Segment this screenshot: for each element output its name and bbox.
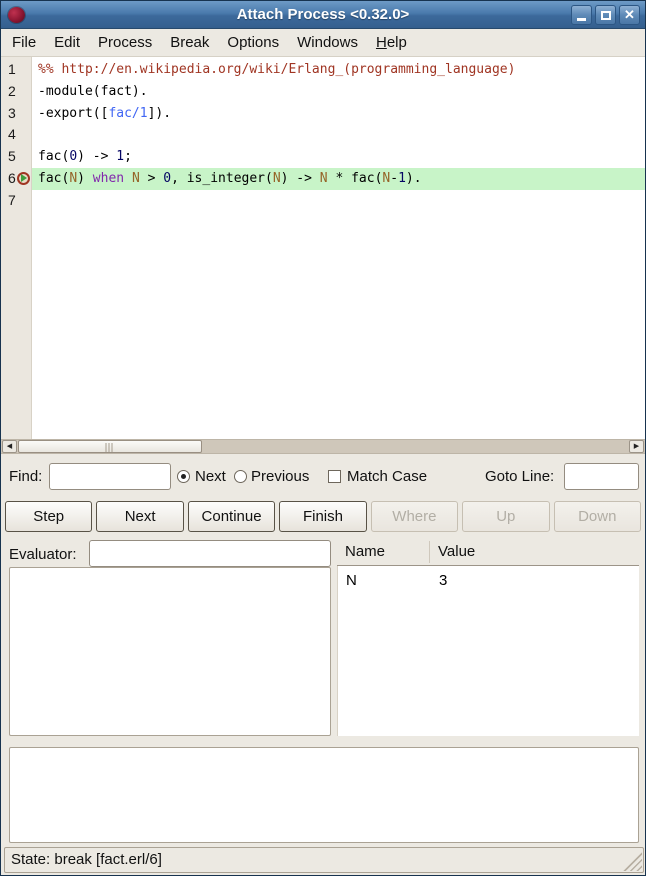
bindings-body[interactable]: N3 [337,566,639,736]
resize-grip-icon[interactable] [620,849,642,871]
binding-row[interactable]: N3 [338,570,639,592]
code-text: -export([fac/1]). [32,103,645,125]
finish-button[interactable]: Finish [279,501,366,532]
title-bar[interactable]: Attach Process <0.32.0> ✕ [1,1,645,29]
code-text: fac(N) when N > 0, is_integer(N) -> N * … [32,168,645,190]
line-number[interactable]: 7 [1,190,32,212]
code-line-5: 5fac(0) -> 1; [1,146,645,168]
find-previous-radio[interactable] [234,470,247,483]
menu-item-options[interactable]: Options [218,29,288,56]
window-controls: ✕ [571,5,640,25]
debug-toolbar: StepNextContinueFinishWhereUpDown [1,499,645,535]
binding-value: 3 [439,570,447,592]
trace-panel[interactable] [9,747,639,843]
scrollbar-thumb[interactable] [18,440,202,453]
code-rows: 1%% http://en.wikipedia.org/wiki/Erlang_… [1,59,645,212]
bindings-value-column-header: Value [438,539,475,565]
match-case-label: Match Case [347,464,427,490]
binding-name: N [346,570,357,592]
find-label: Find: [9,464,42,490]
status-bar: State: break [fact.erl/6] [4,847,644,873]
code-text [32,124,645,146]
menu-item-break[interactable]: Break [161,29,218,56]
horizontal-scrollbar[interactable]: ◀ ▶ [1,439,645,454]
menu-item-file[interactable]: File [3,29,45,56]
breakpoint-icon[interactable] [17,172,30,185]
close-button[interactable]: ✕ [619,5,640,25]
code-line-6: 6fac(N) when N > 0, is_integer(N) -> N *… [1,168,645,190]
close-icon: ✕ [624,6,635,24]
goto-line-input[interactable] [564,463,639,490]
line-number[interactable]: 1 [1,59,32,81]
up-button[interactable]: Up [462,501,549,532]
next-button[interactable]: Next [96,501,183,532]
menu-item-process[interactable]: Process [89,29,161,56]
code-text [32,190,645,212]
code-view[interactable]: 1%% http://en.wikipedia.org/wiki/Erlang_… [1,57,645,439]
maximize-icon [601,11,611,20]
find-previous-label: Previous [251,464,309,490]
line-number[interactable]: 5 [1,146,32,168]
column-separator [429,541,430,563]
menu-item-edit[interactable]: Edit [45,29,89,56]
code-text: -module(fact). [32,81,645,103]
where-button[interactable]: Where [371,501,458,532]
scroll-right-arrow-icon[interactable]: ▶ [629,440,644,453]
down-button[interactable]: Down [554,501,641,532]
scroll-left-arrow-icon[interactable]: ◀ [2,440,17,453]
code-text: %% http://en.wikipedia.org/wiki/Erlang_(… [32,59,645,81]
code-line-1: 1%% http://en.wikipedia.org/wiki/Erlang_… [1,59,645,81]
maximize-button[interactable] [595,5,616,25]
code-line-7: 7 [1,190,645,212]
evaluator-output[interactable] [9,567,331,736]
line-number[interactable]: 2 [1,81,32,103]
find-input[interactable] [49,463,171,490]
minimize-button[interactable] [571,5,592,25]
menu-item-windows[interactable]: Windows [288,29,367,56]
current-line-arrow-icon [21,174,27,182]
find-row: Find: Next Previous Match Case Goto Line… [1,454,645,499]
find-next-label: Next [195,464,226,490]
scrollbar-grip-icon [106,443,115,452]
evaluator-label: Evaluator: [9,542,77,568]
bindings-header: Name Value [337,539,639,566]
find-next-radio[interactable] [177,470,190,483]
line-number[interactable]: 4 [1,124,32,146]
goto-line-label: Goto Line: [485,464,554,490]
code-line-3: 3-export([fac/1]). [1,103,645,125]
step-button[interactable]: Step [5,501,92,532]
minimize-icon [577,18,586,21]
continue-button[interactable]: Continue [188,501,275,532]
status-text: State: break [fact.erl/6] [11,848,162,872]
line-number[interactable]: 6 [1,168,32,190]
bindings-name-column-header: Name [345,539,385,565]
window-title: Attach Process <0.32.0> [1,1,645,29]
evaluator-input[interactable] [89,540,331,567]
line-number[interactable]: 3 [1,103,32,125]
match-case-checkbox[interactable] [328,470,341,483]
code-line-2: 2-module(fact). [1,81,645,103]
attach-process-window: Attach Process <0.32.0> ✕ FileEditProces… [0,0,646,876]
menu-bar: FileEditProcessBreakOptionsWindowsHelp [1,29,645,57]
code-line-4: 4 [1,124,645,146]
menu-item-help[interactable]: Help [367,29,416,56]
code-text: fac(0) -> 1; [32,146,645,168]
